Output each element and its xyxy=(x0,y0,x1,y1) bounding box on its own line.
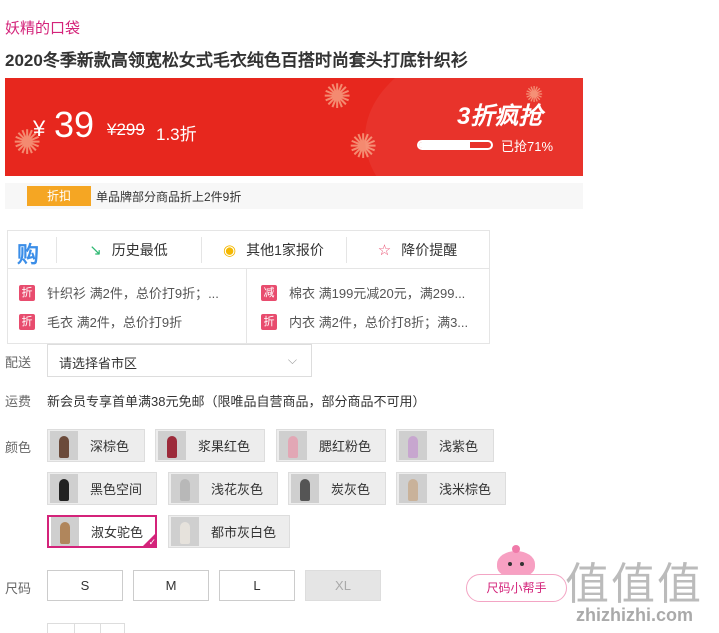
delivery-label: 配送 xyxy=(5,355,32,370)
price-alert-button[interactable]: ☆ 降价提醒 xyxy=(346,231,489,269)
region-select[interactable]: 请选择省市区 ⌵ xyxy=(47,344,312,377)
color-option[interactable]: 深棕色 xyxy=(47,429,145,462)
color-option[interactable]: 浅紫色 xyxy=(396,429,494,462)
promo-text[interactable]: 单品牌部分商品折上2件9折 xyxy=(96,188,241,205)
region-select-value: 请选择省市区 xyxy=(59,356,138,371)
color-option[interactable]: 黑色空间 xyxy=(47,472,157,505)
other-quotes-label: 其他1家报价 xyxy=(246,242,324,258)
color-option[interactable]: 都市灰白色 xyxy=(168,515,290,548)
sold-progress-bar xyxy=(417,140,493,150)
color-option-label: 浅紫色 xyxy=(439,439,479,454)
promo-item-text: 内衣 满2件，总价打8折；满3... xyxy=(289,315,469,330)
promo-item-text: 棉衣 满199元减20元，满299... xyxy=(289,286,466,301)
promo-item-text: 毛衣 满2件，总价打9折 xyxy=(47,315,183,330)
color-option[interactable]: 浅米棕色 xyxy=(396,472,506,505)
color-thumbnail xyxy=(50,474,78,503)
size-label: 尺码 xyxy=(5,581,32,596)
sold-progress-text: 已抢71% xyxy=(501,139,554,154)
promo-item-text: 针织衫 满2件，总价打9折；... xyxy=(47,286,219,301)
color-option[interactable]: 腮红粉色 xyxy=(276,429,386,462)
brand-name[interactable]: 妖精的口袋 xyxy=(5,17,80,38)
color-thumbnail xyxy=(399,431,427,460)
trend-down-icon: ↘ xyxy=(89,242,102,259)
size-option-s[interactable]: S xyxy=(47,570,123,601)
product-title: 2020冬季新款高领宽松女式毛衣纯色百搭时尚套头打底针织衫 xyxy=(5,51,468,70)
original-price: ¥299 xyxy=(107,120,145,139)
color-thumbnail xyxy=(171,517,199,546)
color-thumbnail xyxy=(50,431,78,460)
color-thumbnail xyxy=(171,474,199,503)
watermark-glyphs: 值值值 xyxy=(565,560,703,609)
color-option[interactable]: 浆果红色 xyxy=(155,429,265,462)
color-thumbnail xyxy=(399,474,427,503)
watermark-site: zhizhizhi.com xyxy=(576,605,693,625)
color-option-label: 浅花灰色 xyxy=(211,482,264,497)
quantity-stepper[interactable] xyxy=(47,623,125,633)
discount-badge: 折扣 xyxy=(27,186,91,206)
discount-rate: 1.3折 xyxy=(156,125,197,144)
promo-item[interactable]: 折 内衣 满2件，总价打8折；满3... xyxy=(261,312,468,331)
firework-icon: ✺ xyxy=(323,78,352,116)
sale-title: 3折疯抢 xyxy=(457,103,543,130)
color-option-label: 都市灰白色 xyxy=(211,525,277,540)
size-option-m[interactable]: M xyxy=(133,570,209,601)
color-option-selected[interactable]: 淑女驼色 ✓ xyxy=(47,515,157,548)
color-thumbnail xyxy=(158,431,186,460)
promo-item[interactable]: 折 毛衣 满2件，总价打9折 xyxy=(19,312,182,331)
star-icon: ☆ xyxy=(377,242,392,259)
promo-item[interactable]: 减 棉衣 满199元减20元，满299... xyxy=(261,283,465,302)
chevron-down-icon: ⌵ xyxy=(287,353,297,367)
size-option-l[interactable]: L xyxy=(219,570,295,601)
promo-tag: 折 xyxy=(261,313,277,330)
promo-tag: 折 xyxy=(19,313,35,330)
price-alert-label: 降价提醒 xyxy=(401,242,458,258)
yen-coin-icon: ◉ xyxy=(223,242,237,259)
color-label: 颜色 xyxy=(5,440,32,455)
price-tools-panel: 购 ↘ 历史最低 ◉ 其他1家报价 ☆ 降价提醒 折 针织衫 满2件，总价打9折… xyxy=(7,230,490,344)
selected-check-icon: ✓ xyxy=(141,532,157,548)
color-option-label: 炭灰色 xyxy=(331,482,371,497)
color-option[interactable]: 浅花灰色 xyxy=(168,472,278,505)
color-thumbnail xyxy=(291,474,319,503)
color-thumbnail xyxy=(51,517,79,546)
firework-icon: ✺ xyxy=(349,128,378,166)
promo-item[interactable]: 折 针织衫 满2件，总价打9折；... xyxy=(19,283,219,302)
shipping-label: 运费 xyxy=(5,394,32,409)
color-option-label: 黑色空间 xyxy=(90,482,143,497)
promo-strip: 折扣 单品牌部分商品折上2件9折 xyxy=(5,183,583,209)
color-option[interactable]: 炭灰色 xyxy=(288,472,386,505)
history-low-label: 历史最低 xyxy=(111,242,168,258)
shopping-assistant-logo: 购 xyxy=(17,242,40,267)
size-option-xl: XL xyxy=(305,570,381,601)
size-helper-button[interactable]: 尺码小帮手 xyxy=(466,574,567,602)
color-thumbnail xyxy=(279,431,307,460)
price-banner: ✺ ✺ ✺ ✺ ¥ 39 ¥299 1.3折 3折疯抢 已抢71% xyxy=(5,78,583,176)
history-low-button[interactable]: ↘ 历史最低 xyxy=(56,231,201,269)
promo-tag: 减 xyxy=(261,284,277,301)
color-option-label: 深棕色 xyxy=(90,439,130,454)
color-option-label: 浅米棕色 xyxy=(439,482,492,497)
current-price: 39 xyxy=(54,104,95,145)
promo-tag: 折 xyxy=(19,284,35,301)
color-option-label: 腮红粉色 xyxy=(319,439,372,454)
shipping-info: 新会员专享首单满38元免邮（限唯品自营商品，部分商品不可用） xyxy=(47,394,426,409)
color-option-label: 浆果红色 xyxy=(198,439,251,454)
other-quotes-button[interactable]: ◉ 其他1家报价 xyxy=(201,231,346,269)
price-currency: ¥ xyxy=(33,116,46,141)
color-option-label: 淑女驼色 xyxy=(91,525,144,540)
